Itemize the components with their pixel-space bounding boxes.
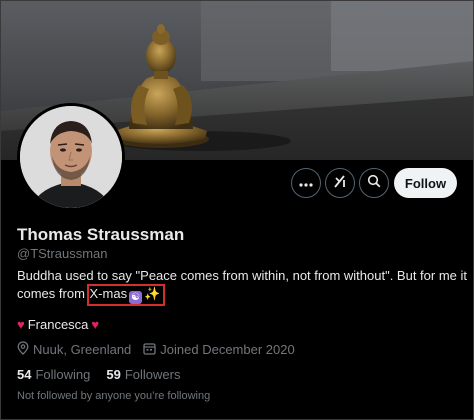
- avatar[interactable]: [17, 103, 125, 211]
- following-count: 54: [17, 367, 32, 382]
- sparkles-icon: ✨: [144, 286, 161, 301]
- calendar-icon: [143, 342, 156, 358]
- following-link[interactable]: 54 Following: [17, 367, 90, 382]
- more-button[interactable]: [291, 168, 321, 198]
- followers-link[interactable]: 59 Followers: [106, 367, 180, 382]
- more-icon: [299, 174, 313, 192]
- search-button[interactable]: [359, 168, 389, 198]
- profile-name: Thomas Straussman: [17, 225, 185, 244]
- location: Nuuk, Greenland: [17, 341, 131, 358]
- search-icon: [367, 174, 381, 193]
- follow-stats: 54 Following 59 Followers: [17, 367, 180, 382]
- profile-bio: Buddha used to say "Peace comes from wit…: [17, 267, 467, 306]
- followers-count: 59: [106, 367, 121, 382]
- bio-highlight: X-mas ☯ ✨: [86, 284, 166, 306]
- heart-icon: ♥: [17, 317, 25, 332]
- not-followed-note: Not followed by anyone you’re following: [17, 390, 211, 402]
- yin-yang-icon: ☯: [129, 291, 143, 304]
- bio-text: Buddha used to say "Peace comes from wit…: [17, 268, 467, 301]
- profile-handle: @TStraussman: [17, 246, 108, 261]
- location-text: Nuuk, Greenland: [33, 342, 132, 357]
- follow-button[interactable]: Follow: [394, 168, 457, 198]
- avatar-photo: [20, 106, 122, 208]
- bio-highlight-text: X-mas: [89, 286, 128, 301]
- affiliation-text: Francesca: [27, 317, 89, 332]
- affiliation-line: ♥ Francesca ♥: [17, 317, 99, 332]
- joined-date: Joined December 2020: [143, 342, 295, 358]
- heart-icon: ♥: [91, 317, 100, 332]
- profile-meta: Nuuk, Greenland Joined December 2020: [17, 341, 295, 358]
- followers-label: Followers: [124, 367, 181, 382]
- grok-button[interactable]: [325, 168, 355, 198]
- profile-page: Follow Thomas Straussman @TStraussman Bu…: [0, 0, 474, 420]
- location-pin-icon: [17, 341, 29, 358]
- grok-icon: [333, 174, 347, 193]
- joined-text: Joined December 2020: [160, 342, 295, 357]
- following-label: Following: [35, 367, 91, 382]
